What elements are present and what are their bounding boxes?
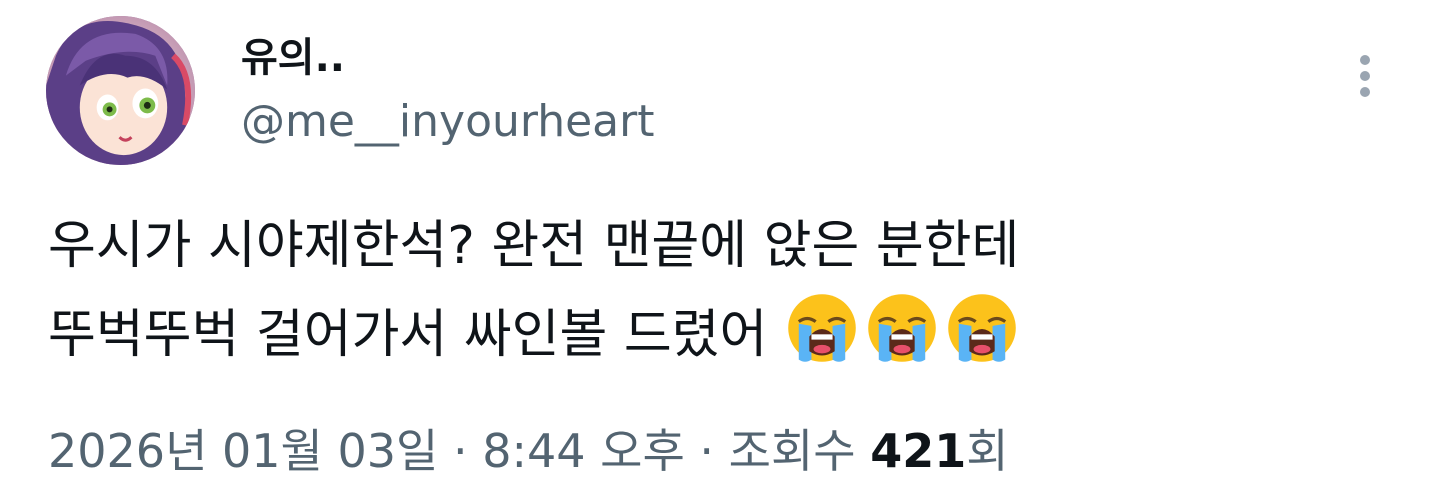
avatar[interactable] bbox=[46, 16, 195, 165]
tweet-time[interactable]: 8:44 오후 bbox=[482, 424, 685, 478]
tweet-text-line: 뚜벅뚜벅 걸어가서 싸인볼 드렸어 bbox=[48, 290, 1388, 378]
more-options-button[interactable] bbox=[1348, 48, 1382, 104]
meta-separator: · bbox=[699, 424, 715, 478]
tweet-date[interactable]: 2026년 01월 03일 bbox=[48, 424, 438, 478]
views-label: 조회수 bbox=[728, 424, 856, 478]
loudly-crying-face-icon bbox=[784, 290, 860, 366]
user-handle[interactable]: @me__inyourheart bbox=[241, 92, 654, 152]
display-name[interactable]: 유의.. bbox=[241, 30, 345, 86]
avatar-image bbox=[46, 16, 195, 165]
vertical-ellipsis-icon bbox=[1360, 55, 1370, 97]
tweet-metadata: 2026년 01월 03일 · 8:44 오후 · 조회수 421회 bbox=[48, 418, 1009, 484]
tweet-text: 우시가 시야제한석? 완전 맨끝에 앉은 분한테 뚜벅뚜벅 걸어가서 싸인볼 드… bbox=[48, 202, 1388, 378]
loudly-crying-face-icon bbox=[864, 290, 940, 366]
tweet-text-line: 우시가 시야제한석? 완전 맨끝에 앉은 분한테 bbox=[48, 216, 1020, 276]
loudly-crying-face-icon bbox=[944, 290, 1020, 366]
views-suffix: 회 bbox=[966, 424, 1009, 478]
tweet-text-line-content: 뚜벅뚜벅 걸어가서 싸인볼 드렸어 bbox=[48, 305, 768, 365]
meta-separator: · bbox=[452, 424, 468, 478]
views-count: 421 bbox=[870, 424, 967, 478]
